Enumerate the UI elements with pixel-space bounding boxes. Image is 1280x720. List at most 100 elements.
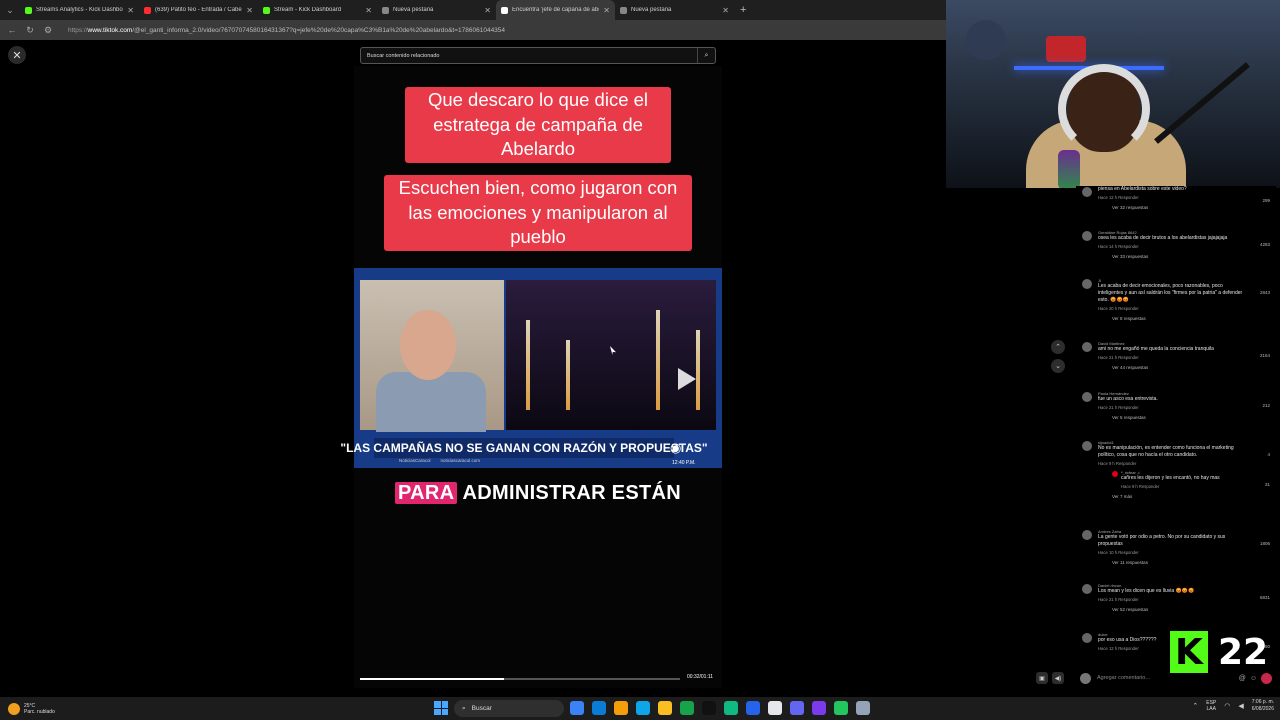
comment-meta[interactable]: Hace 20 h Responder xyxy=(1098,306,1274,311)
tab-close-icon[interactable]: ✕ xyxy=(365,6,372,15)
site-info-icon[interactable]: ⚙ xyxy=(42,25,54,36)
comment-likes[interactable]: 2164 xyxy=(1260,353,1270,358)
video-progress-bar[interactable] xyxy=(360,678,680,680)
taskbar-app-icon[interactable] xyxy=(636,701,650,715)
taskbar-app-icon[interactable] xyxy=(658,701,672,715)
emoji-icon[interactable]: ☺ xyxy=(1250,675,1257,682)
comment-meta[interactable]: Hace 12 h Responder xyxy=(1098,195,1274,200)
reply-meta[interactable]: Hace 9 h Responder xyxy=(1121,484,1274,489)
play-icon[interactable] xyxy=(678,368,696,390)
comment-likes[interactable]: 299 xyxy=(1262,198,1270,203)
weather-widget[interactable]: 25°C Parc. nublado xyxy=(8,702,55,715)
comments-panel[interactable]: piensa en Abelardista sobre este video? H… xyxy=(1076,186,1276,666)
comment-meta[interactable]: Hace 10 h Responder xyxy=(1098,550,1274,555)
pip-icon[interactable]: ▣ xyxy=(1036,672,1048,684)
new-tab-plus-icon[interactable]: + xyxy=(740,4,746,16)
comment-avatar[interactable] xyxy=(1082,633,1092,643)
comment-avatar[interactable] xyxy=(1082,584,1092,594)
browser-tab[interactable]: (639) Patito feo - Entrada / Cabeza ✕ xyxy=(139,0,258,20)
comment-meta[interactable]: Hace 21 h Responder xyxy=(1098,597,1274,602)
back-arrow-icon[interactable]: ← xyxy=(6,25,18,35)
start-windows-icon[interactable] xyxy=(434,701,448,715)
browser-tab[interactable]: Stream - Kick Dashboard ✕ xyxy=(258,0,377,20)
close-video-button[interactable]: ✕ xyxy=(8,46,26,64)
tray-chevron-up-icon[interactable]: ⌃ xyxy=(1192,702,1198,710)
taskbar-app-icon[interactable] xyxy=(856,701,870,715)
browser-tab[interactable]: Streams Analytics - Kick Dashboard ✕ xyxy=(20,0,139,20)
news-source: NoticiasCaracol xyxy=(399,458,431,463)
send-button[interactable] xyxy=(1261,672,1272,684)
taskbar-app-icon[interactable] xyxy=(812,701,826,715)
comment-avatar[interactable] xyxy=(1082,530,1092,540)
volume-icon[interactable]: ◀ xyxy=(1238,702,1243,710)
tab-menu-chevron-icon[interactable]: ⌄ xyxy=(0,0,20,20)
comment-meta[interactable]: Hace 21 h Responder xyxy=(1098,405,1274,410)
comment-likes[interactable]: 4283 xyxy=(1260,242,1270,247)
search-button[interactable]: ⌕ xyxy=(697,48,715,63)
volume-icon[interactable]: ◀) xyxy=(1052,672,1064,684)
comment-avatar[interactable] xyxy=(1082,441,1092,451)
comment-likes[interactable]: 4 xyxy=(1267,452,1270,457)
comment-avatar[interactable] xyxy=(1082,279,1092,289)
taskbar-app-icon[interactable] xyxy=(614,701,628,715)
taskbar-app-icon[interactable] xyxy=(680,701,694,715)
tab-close-icon[interactable]: ✕ xyxy=(246,6,253,15)
comment-avatar[interactable] xyxy=(1082,231,1092,241)
tab-close-icon[interactable]: ✕ xyxy=(603,6,610,15)
url-field[interactable]: https://www.tiktok.com/@el_ganti_informa… xyxy=(68,27,505,34)
tab-title: (639) Patito feo - Entrada / Cabeza xyxy=(155,7,243,13)
taskbar-app-icon[interactable] xyxy=(592,701,606,715)
view-replies-link[interactable]: Ver 7 más xyxy=(1112,494,1274,499)
video-player[interactable]: Que descaro lo que dice el estratega de … xyxy=(340,66,722,688)
mention-icon[interactable]: @ xyxy=(1239,675,1246,682)
player-controls: ▣ ◀) xyxy=(1036,672,1064,684)
view-replies-link[interactable]: Ver 5 respuestas xyxy=(1112,415,1274,420)
comment-avatar[interactable] xyxy=(1082,342,1092,352)
input-language[interactable]: ESP LAA xyxy=(1206,700,1216,712)
comment-meta[interactable]: Hace 9 h Responder xyxy=(1098,461,1274,466)
retro-radio xyxy=(1046,36,1086,62)
tab-title: Encuentra 'jefe de capaña de abelardo' xyxy=(512,7,599,13)
view-replies-link[interactable]: Ver 8 respuestas xyxy=(1112,316,1274,321)
taskbar-app-icon[interactable] xyxy=(570,701,584,715)
system-clock[interactable]: 7:06 p. m. 6/08/2026 xyxy=(1252,699,1274,713)
browser-tab[interactable]: Nueva pestaña ✕ xyxy=(615,0,734,20)
comment-likes[interactable]: 1806 xyxy=(1260,541,1270,546)
browser-tab[interactable]: Encuentra 'jefe de capaña de abelardo' ✕ xyxy=(496,0,615,20)
taskbar-app-icon[interactable] xyxy=(790,701,804,715)
comment-likes[interactable]: 212 xyxy=(1262,403,1270,408)
view-replies-link[interactable]: Ver 32 respuestas xyxy=(1112,205,1274,210)
related-search-input[interactable]: Buscar contenido relacionado ⌕ xyxy=(360,47,716,64)
reply-likes[interactable]: 31 xyxy=(1265,482,1270,487)
taskbar-app-icon[interactable] xyxy=(724,701,738,715)
view-replies-link[interactable]: Ver 44 respuestas xyxy=(1112,365,1274,370)
view-replies-link[interactable]: Ver 11 respuestas xyxy=(1112,560,1274,565)
tab-list: Streams Analytics - Kick Dashboard ✕ (639)… xyxy=(20,0,734,20)
comment-avatar[interactable] xyxy=(1082,392,1092,402)
view-replies-link[interactable]: Ver 33 respuestas xyxy=(1112,254,1274,259)
reload-icon[interactable]: ↻ xyxy=(24,25,36,36)
reply-avatar[interactable] xyxy=(1112,471,1118,477)
comment-likes[interactable]: 2843 xyxy=(1260,290,1270,295)
comment-meta[interactable]: Hace 14 h Responder xyxy=(1098,244,1274,249)
comment-avatar[interactable] xyxy=(1082,187,1092,197)
tab-title: Nueva pestaña xyxy=(631,7,672,13)
search-placeholder: Buscar contenido relacionado xyxy=(367,52,440,59)
taskbar-app-icon[interactable] xyxy=(834,701,848,715)
next-video-chevron-down-icon[interactable]: ⌄ xyxy=(1051,359,1065,373)
search-icon: ⌕ xyxy=(462,704,466,712)
tab-close-icon[interactable]: ✕ xyxy=(127,6,134,15)
browser-tab[interactable]: Nueva pestaña ✕ xyxy=(377,0,496,20)
comment-likes[interactable]: 6831 xyxy=(1260,595,1270,600)
comment-meta[interactable]: Hace 21 h Responder xyxy=(1098,355,1274,360)
taskbar-app-icon[interactable] xyxy=(702,701,716,715)
tab-close-icon[interactable]: ✕ xyxy=(484,6,491,15)
tab-close-icon[interactable]: ✕ xyxy=(722,6,729,15)
taskbar-search[interactable]: ⌕ Buscar xyxy=(454,700,564,717)
comment-input[interactable]: Agregar comentario... xyxy=(1097,675,1239,681)
taskbar-app-icon[interactable] xyxy=(746,701,760,715)
view-replies-link[interactable]: Ver 52 respuestas xyxy=(1112,607,1274,612)
wifi-icon[interactable]: ◠ xyxy=(1224,702,1230,710)
taskbar-app-icon[interactable] xyxy=(768,701,782,715)
previous-video-chevron-up-icon[interactable]: ⌃ xyxy=(1051,340,1065,354)
